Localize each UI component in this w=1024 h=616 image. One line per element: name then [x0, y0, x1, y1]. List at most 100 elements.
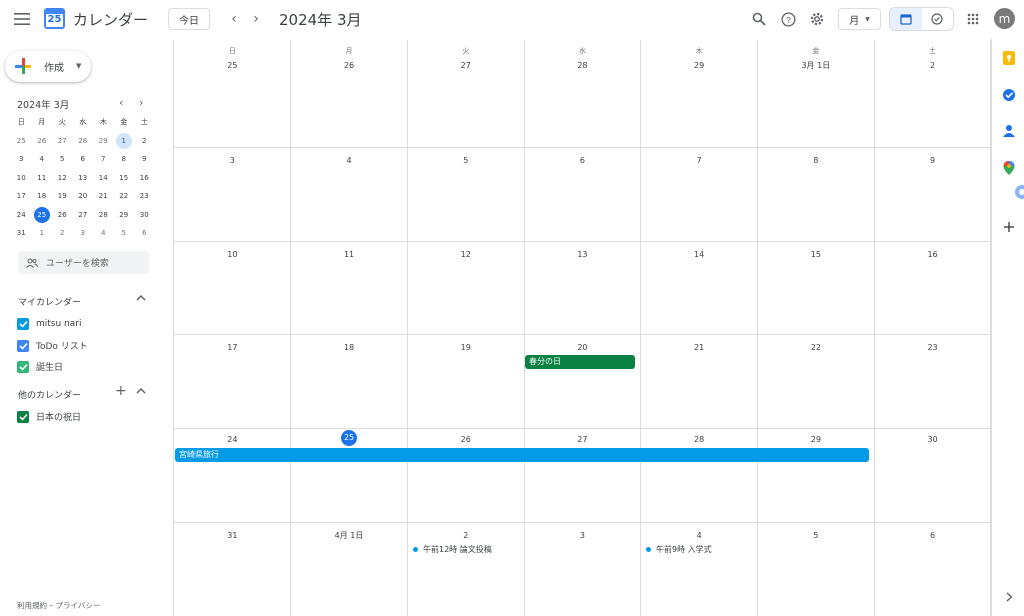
mini-day[interactable]: 14 [93, 169, 114, 188]
event-paper-submission[interactable]: 午前12時 論文投稿 [413, 544, 492, 555]
tasks-view-icon[interactable] [922, 8, 954, 30]
mini-day[interactable]: 26 [52, 206, 73, 225]
day-number[interactable]: 29 [641, 58, 758, 74]
day-cell[interactable]: 30 [874, 428, 991, 522]
event-shunbun-no-hi[interactable]: 春分の日 [525, 355, 635, 369]
get-add-ons-plus-icon[interactable] [1002, 220, 1016, 234]
mini-prev-icon[interactable]: ‹ [119, 96, 123, 109]
day-number[interactable]: 16 [874, 247, 991, 263]
day-number[interactable]: 9 [874, 153, 991, 169]
keep-icon[interactable] [1002, 51, 1016, 65]
day-number[interactable]: 11 [291, 247, 408, 263]
mini-day[interactable]: 2 [52, 224, 73, 243]
mini-day[interactable]: 20 [73, 187, 94, 206]
day-cell[interactable]: 6 [874, 522, 991, 616]
day-cell[interactable]: 17 [174, 334, 291, 428]
other-calendars-title[interactable]: 他のカレンダー [18, 388, 81, 401]
mini-next-icon[interactable]: › [139, 96, 143, 109]
chevron-up-icon[interactable] [136, 294, 146, 305]
day-cell[interactable]: 9 [874, 147, 991, 241]
day-number[interactable]: 30 [874, 432, 991, 448]
day-number[interactable]: 15 [758, 247, 875, 263]
mini-day[interactable]: 27 [73, 206, 94, 225]
next-month-icon[interactable]: › [247, 10, 265, 28]
day-number[interactable]: 4 [291, 153, 408, 169]
mini-day[interactable]: 23 [134, 187, 155, 206]
day-cell[interactable]: 14 [641, 241, 758, 334]
day-number[interactable]: 3 [174, 153, 291, 169]
day-cell[interactable]: 火 27 [407, 40, 524, 147]
today-button[interactable]: 今日 [168, 8, 210, 30]
day-number[interactable]: 23 [874, 340, 991, 356]
day-cell[interactable]: 18 [291, 334, 408, 428]
day-number[interactable]: 4 [641, 528, 758, 544]
mini-day[interactable]: 28 [93, 206, 114, 225]
day-cell[interactable]: 土 2 [874, 40, 991, 147]
day-cell[interactable]: 24 [174, 428, 291, 522]
day-number[interactable]: 6 [524, 153, 641, 169]
day-cell[interactable]: 8 [758, 147, 875, 241]
day-number[interactable]: 29 [758, 432, 875, 448]
event-entrance-ceremony[interactable]: 午前9時 入学式 [646, 544, 712, 555]
day-number[interactable]: 5 [407, 153, 524, 169]
day-number[interactable]: 28 [524, 58, 641, 74]
mini-day[interactable]: 30 [134, 206, 155, 225]
create-button[interactable]: 作成 ▼ [5, 51, 91, 82]
mini-day[interactable]: 2 [134, 132, 155, 151]
contacts-icon[interactable] [1002, 124, 1016, 138]
tasks-icon[interactable] [1002, 88, 1016, 102]
my-calendars-title[interactable]: マイカレンダー [18, 295, 81, 308]
day-cell[interactable]: 7 [641, 147, 758, 241]
mini-day[interactable]: 3 [11, 150, 32, 169]
day-cell[interactable]: 3 [174, 147, 291, 241]
day-number[interactable]: 18 [291, 340, 408, 356]
mini-day[interactable]: 25 [11, 132, 32, 151]
chevron-up-icon[interactable] [136, 387, 146, 398]
calendar-logo-icon[interactable]: 25 [44, 8, 65, 29]
mini-day[interactable]: 24 [11, 206, 32, 225]
day-cell[interactable]: 木 29 [641, 40, 758, 147]
day-cell[interactable]: 10 [174, 241, 291, 334]
day-number[interactable]: 27 [524, 432, 641, 448]
day-cell-today[interactable]: 25 [291, 428, 408, 522]
calendar-item-mitsu-nari[interactable]: mitsu nari [17, 318, 81, 330]
mini-day[interactable]: 31 [11, 224, 32, 243]
day-cell[interactable]: 20 [524, 334, 641, 428]
day-number[interactable]: 6 [874, 528, 991, 544]
day-cell[interactable]: 27 [524, 428, 641, 522]
day-cell[interactable]: 4 [291, 147, 408, 241]
day-cell[interactable]: 3 [524, 522, 641, 616]
day-cell[interactable]: 金 3月 1日 [758, 40, 875, 147]
day-cell[interactable]: 日 25 [174, 40, 291, 147]
mini-day[interactable]: 1 [114, 132, 135, 151]
mini-day[interactable]: 28 [73, 132, 94, 151]
mini-day[interactable]: 15 [114, 169, 135, 188]
mini-day[interactable]: 18 [32, 187, 53, 206]
day-cell[interactable]: 16 [874, 241, 991, 334]
day-cell[interactable]: 23 [874, 334, 991, 428]
checkbox-checked-icon[interactable] [17, 360, 29, 373]
checkbox-checked-icon[interactable] [17, 410, 29, 423]
settings-gear-icon[interactable] [807, 9, 827, 29]
mini-day[interactable]: 5 [52, 150, 73, 169]
mini-day[interactable]: 4 [32, 150, 53, 169]
view-selector[interactable]: 月 ▼ [838, 8, 881, 30]
day-cell[interactable]: 28 [641, 428, 758, 522]
mini-day-today[interactable]: 25 [32, 206, 53, 225]
checkbox-checked-icon[interactable] [17, 318, 29, 330]
day-cell[interactable]: 12 [407, 241, 524, 334]
mini-day[interactable]: 26 [32, 132, 53, 151]
day-number-today[interactable]: 25 [291, 430, 408, 446]
day-cell[interactable]: 5 [407, 147, 524, 241]
day-cell[interactable]: 6 [524, 147, 641, 241]
day-number[interactable]: 26 [407, 432, 524, 448]
mini-day[interactable]: 12 [52, 169, 73, 188]
calendar-view-icon[interactable] [890, 8, 922, 30]
mini-day[interactable]: 6 [134, 224, 155, 243]
day-number[interactable]: 2 [874, 58, 991, 74]
day-number[interactable]: 3月 1日 [758, 58, 875, 74]
day-number[interactable]: 2 [407, 528, 524, 544]
day-number[interactable]: 10 [174, 247, 291, 263]
day-number[interactable]: 5 [758, 528, 875, 544]
day-number[interactable]: 8 [758, 153, 875, 169]
